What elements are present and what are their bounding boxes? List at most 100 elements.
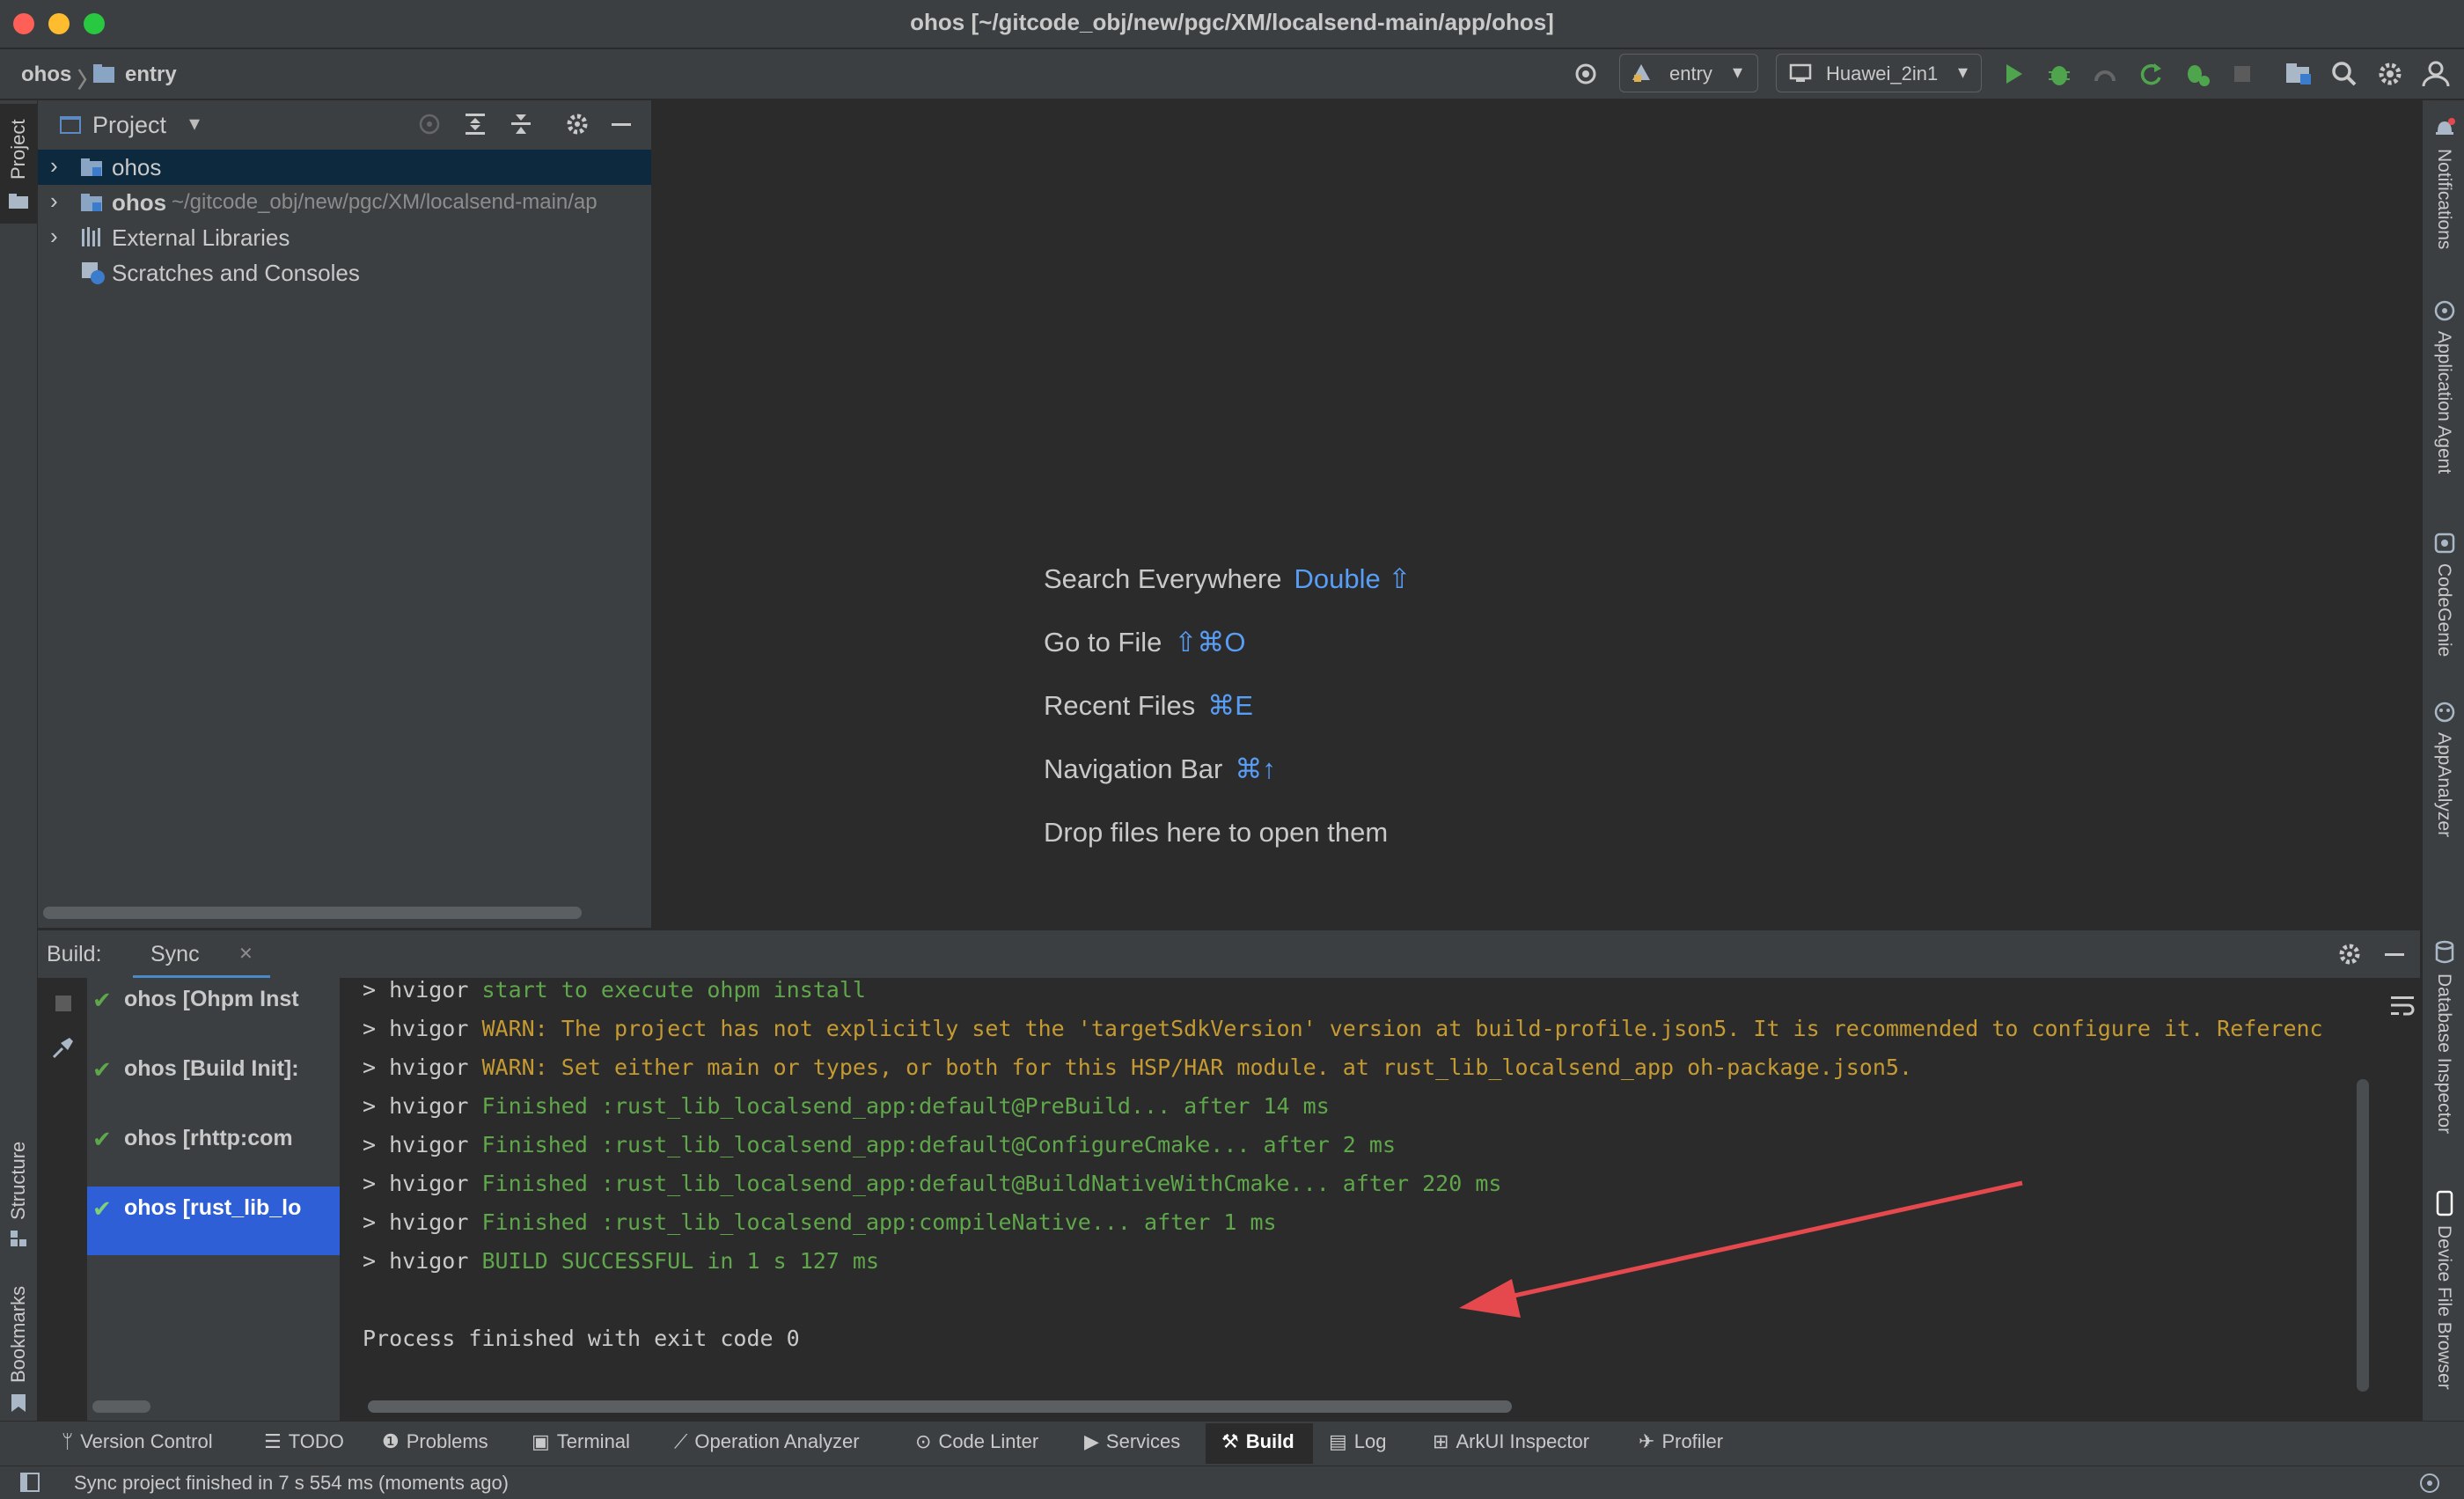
close-tab-icon[interactable]: ✕ [238, 943, 253, 965]
database-inspector-tool-label[interactable]: Database Inspector [2433, 974, 2454, 1134]
chevron-down-icon: ▾ [1733, 61, 1743, 83]
horizontal-scrollbar[interactable] [368, 1400, 1512, 1413]
project-panel-title[interactable]: Project [92, 112, 166, 139]
build-tree-item[interactable]: ✔ ohos [Ohpm Inst [87, 978, 340, 1047]
project-tool-tab[interactable]: Project [0, 104, 37, 224]
tool-version-control[interactable]: ᛘ Version Control [62, 1430, 213, 1459]
database-icon [2433, 940, 2456, 969]
window-title: ohos [~/gitcode_obj/new/pgc/XM/localsend… [910, 9, 1554, 35]
tool-todo[interactable]: ☰ TODO [264, 1430, 344, 1459]
success-check-icon: ✔ [92, 1195, 112, 1222]
expand-all-icon[interactable] [462, 111, 488, 142]
locate-icon[interactable] [416, 111, 443, 142]
chevron-right-icon[interactable]: › [50, 152, 58, 180]
hint-shortcut: ⌘E [1207, 690, 1253, 721]
success-check-icon: ✔ [92, 987, 112, 1013]
hint-label: Recent Files [1044, 690, 1196, 721]
notifications-bell-icon[interactable] [2433, 116, 2456, 143]
horizontal-scrollbar[interactable] [43, 907, 582, 919]
tool-log[interactable]: ▤ Log [1329, 1430, 1387, 1459]
build-panel-header: Build: Sync ✕ [38, 929, 2420, 979]
search-icon[interactable] [2327, 56, 2362, 92]
folder-icon [8, 192, 29, 214]
notifications-tool-label[interactable]: Notifications [2433, 149, 2454, 249]
horizontal-scrollbar[interactable] [92, 1400, 150, 1413]
account-icon[interactable] [2418, 56, 2453, 92]
gear-icon[interactable] [2336, 941, 2363, 972]
terminal-icon: ▣ [532, 1430, 550, 1452]
apply-changes-icon[interactable] [2133, 56, 2168, 92]
soft-wrap-icon[interactable] [2389, 994, 2416, 1023]
tree-item-ohos[interactable]: › ohos [38, 150, 651, 185]
tool-label: Services [1105, 1430, 1181, 1452]
chevron-right-icon[interactable]: › [50, 187, 58, 215]
tab-sync[interactable]: Sync ✕ [133, 930, 270, 979]
codegenie-status-icon[interactable] [2418, 1472, 2441, 1499]
attach-debugger-icon[interactable] [2179, 56, 2214, 92]
tool-profiler[interactable]: ✈ Profiler [1639, 1430, 1723, 1459]
tree-item-label: External Libraries [112, 224, 290, 251]
status-bar: Sync project finished in 7 s 554 ms (mom… [0, 1466, 2464, 1499]
project-tool-label: Project [7, 119, 29, 180]
run-config-select[interactable]: entry ▾ [1619, 54, 1758, 92]
tree-item-path: ~/gitcode_obj/new/pgc/XM/localsend-main/… [172, 190, 598, 214]
tool-label: Operation Analyzer [694, 1430, 860, 1452]
tool-services[interactable]: ▶ Services [1084, 1430, 1180, 1459]
stop-build-icon[interactable] [52, 992, 75, 1019]
minimize-panel-icon[interactable] [2381, 941, 2408, 972]
tree-item-ohos-root[interactable]: › ohos ~/gitcode_obj/new/pgc/XM/localsen… [38, 185, 651, 220]
app-agent-tool-label[interactable]: Application Agent [2433, 331, 2454, 474]
toggle-tool-windows-icon[interactable] [19, 1472, 40, 1497]
stop-icon[interactable] [2225, 56, 2260, 92]
build-tree-item[interactable]: ✔ ohos [rhttp:com [87, 1117, 340, 1186]
annotation-arrow [1459, 1180, 2023, 1318]
build-console[interactable]: > hvigor start to execute ohpm install >… [341, 978, 2383, 1421]
tool-label: TODO [288, 1430, 344, 1452]
collapse-all-icon[interactable] [508, 111, 534, 142]
appanalyzer-tool-label[interactable]: AppAnalyzer [2433, 732, 2454, 837]
codegenie-tool-label[interactable]: CodeGenie [2433, 563, 2454, 657]
build-tree-item[interactable]: ✔ ohos [Build Init]: [87, 1047, 340, 1116]
project-structure-icon[interactable] [2281, 56, 2316, 92]
breadcrumb-module[interactable]: entry [125, 62, 177, 87]
device-select[interactable]: Huawei_2in1 ▾ [1776, 54, 1982, 92]
tool-label: Code Linter [938, 1430, 1039, 1452]
module-folder-icon [92, 63, 115, 89]
device-file-icon [2433, 1190, 2456, 1221]
chevron-down-icon[interactable]: ▾ [189, 111, 200, 136]
editor-empty-area[interactable]: Search Everywhere Double ⇧ Go to File ⇧⌘O … [653, 100, 2420, 928]
vertical-scrollbar[interactable] [2357, 1079, 2369, 1392]
target-icon[interactable] [1568, 56, 1603, 92]
pin-icon[interactable] [50, 1034, 77, 1065]
tree-item-scratches[interactable]: Scratches and Consoles [38, 255, 651, 290]
navigation-bar: ohos 〉 entry entry ▾ Huawei_2in1 ▾ [0, 49, 2464, 100]
minimize-panel-icon[interactable] [608, 111, 634, 142]
chevron-right-icon[interactable]: › [50, 223, 58, 250]
build-tree: ✔ ohos [Ohpm Inst ✔ ohos [Build Init]: ✔… [87, 978, 341, 1421]
run-config-label: entry [1669, 62, 1712, 85]
tool-code-linter[interactable]: ⊙ Code Linter [915, 1430, 1038, 1459]
tool-operation-analyzer[interactable]: ⟋ Operation Analyzer [674, 1430, 860, 1459]
profiler-icon: ✈ [1639, 1430, 1655, 1452]
hint-navigation-bar: Navigation Bar ⌘↑ [1044, 753, 1276, 785]
gear-icon[interactable] [564, 111, 590, 142]
device-file-browser-tool-label[interactable]: Device File Browser [2433, 1225, 2454, 1390]
run-icon[interactable] [1996, 56, 2031, 92]
settings-gear-icon[interactable] [2372, 56, 2408, 92]
structure-tool-tab[interactable]: Structure [0, 1121, 37, 1253]
right-tool-strip: Notifications Application Agent CodeGeni… [2422, 100, 2464, 1421]
tool-label: Problems [406, 1430, 488, 1452]
tool-arkui-inspector[interactable]: ⊞ ArkUI Inspector [1433, 1430, 1589, 1459]
tool-build[interactable]: ⚒ Build [1206, 1423, 1313, 1464]
tool-problems[interactable]: ❶ Problems [382, 1430, 488, 1459]
profile-icon[interactable] [2087, 56, 2123, 92]
tree-item-external-libraries[interactable]: › External Libraries [38, 220, 651, 255]
bookmarks-tool-tab[interactable]: Bookmarks [0, 1267, 37, 1416]
status-message[interactable]: Sync project finished in 7 s 554 ms (mom… [74, 1472, 509, 1495]
build-tree-item-selected[interactable]: ✔ ohos [rust_lib_lo [87, 1187, 340, 1255]
module-folder-icon [80, 192, 105, 219]
tool-terminal[interactable]: ▣ Terminal [532, 1430, 630, 1459]
device-label: Huawei_2in1 [1826, 62, 1939, 85]
debug-icon[interactable] [2042, 56, 2077, 92]
breadcrumb-root[interactable]: ohos [21, 62, 71, 87]
